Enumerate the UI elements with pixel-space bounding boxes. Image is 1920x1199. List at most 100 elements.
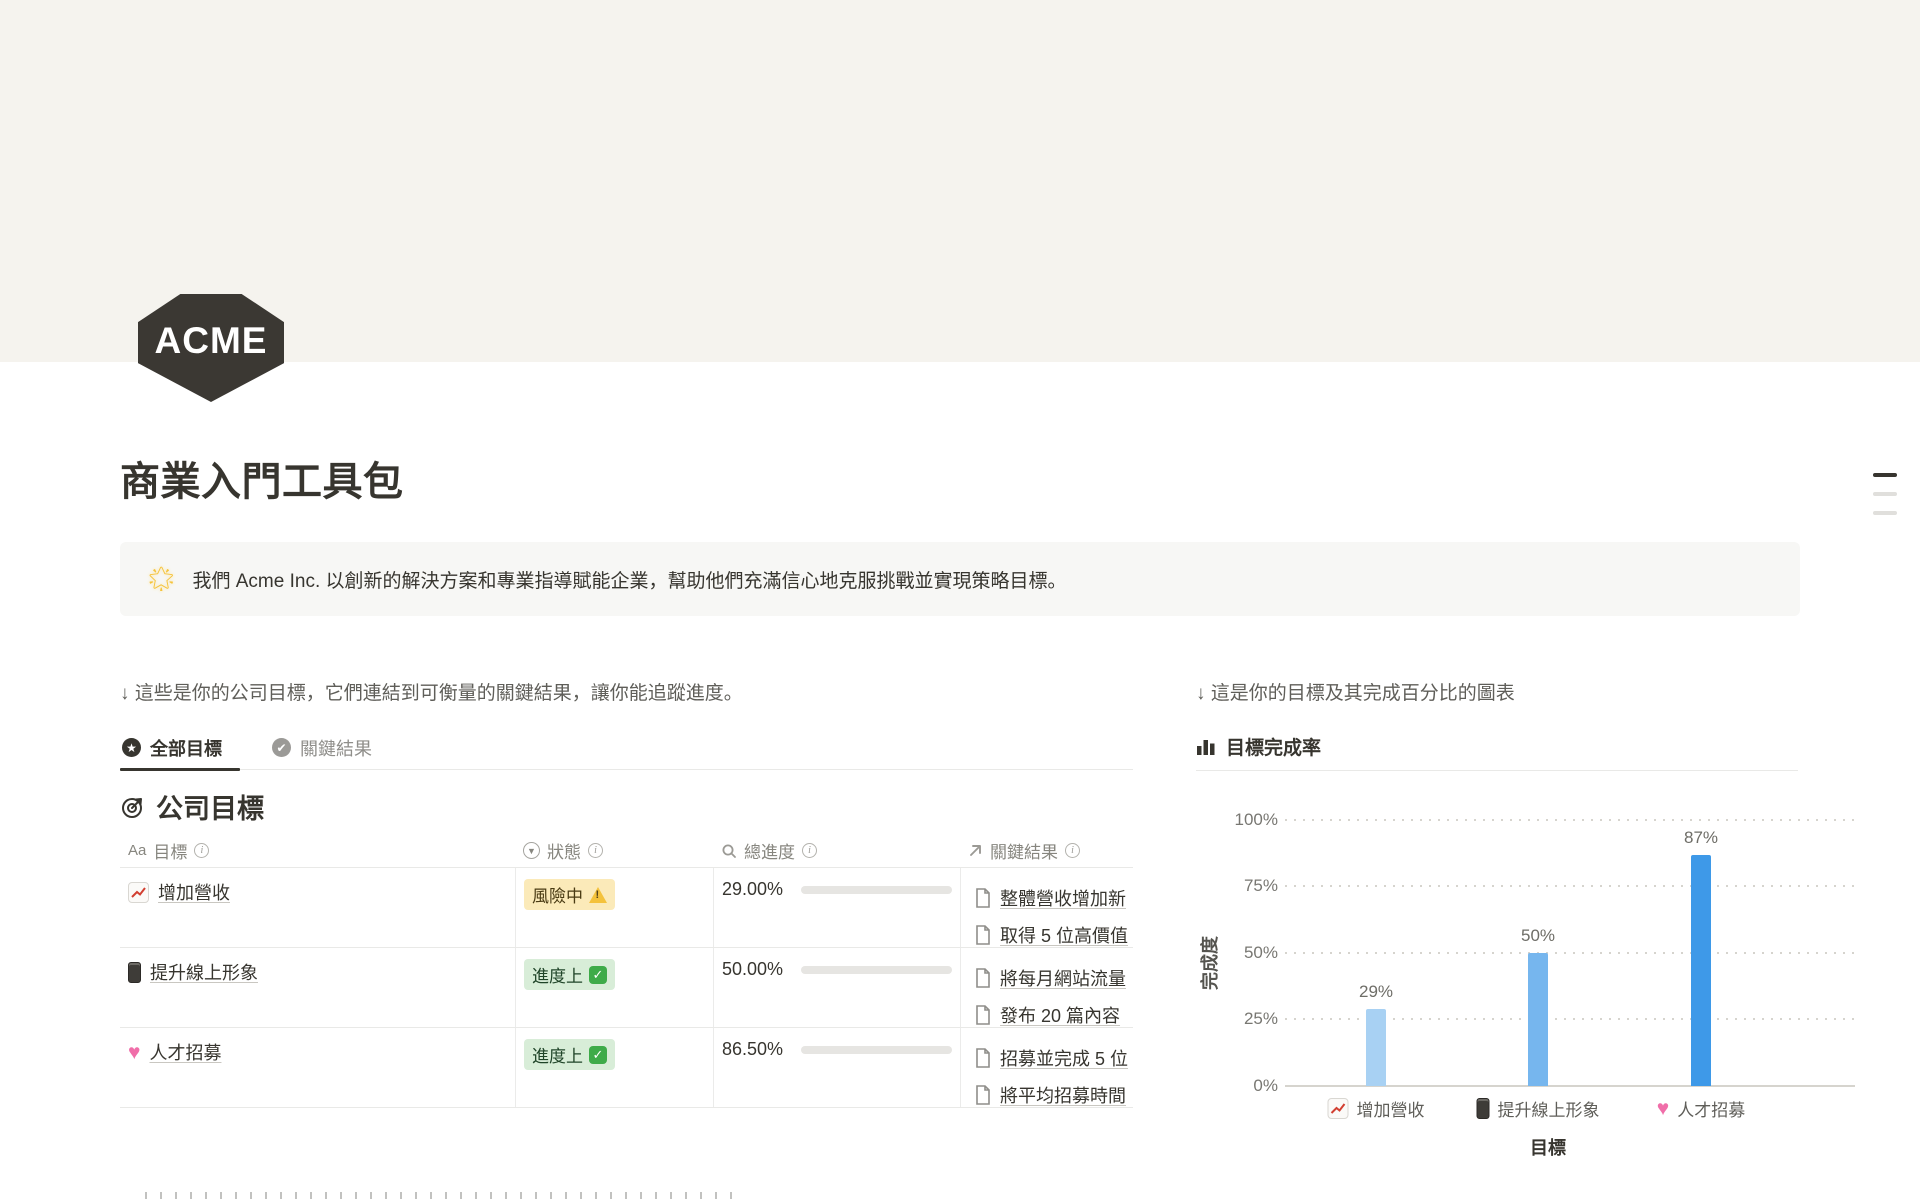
text-type-icon: Aa — [128, 842, 146, 859]
document-icon — [975, 925, 991, 945]
acme-logo[interactable]: ACME — [138, 294, 284, 402]
category-label: 提升線上形象 — [1498, 1096, 1600, 1121]
key-result-link[interactable]: 取得 5 位高價值 — [975, 916, 1125, 947]
chart-section: ↓ 這是你的目標及其完成百分比的圖表 目標完成率 完成度 100% 75% 50… — [1196, 682, 1866, 1199]
info-icon[interactable]: i — [802, 843, 817, 858]
bar-chart-icon — [1196, 738, 1216, 756]
chart-caption: ↓ 這是你的目標及其完成百分比的圖表 — [1196, 682, 1866, 706]
status-label: 風險中 — [532, 882, 583, 907]
select-type-icon: ▼ — [523, 842, 540, 859]
status-label: 進度上 — [532, 1042, 583, 1067]
chart-plot-area: 29% 50% 87% — [1196, 820, 1866, 1086]
goal-link-text[interactable]: 增加營收 — [158, 879, 230, 905]
goal-link-text[interactable]: 提升線上形象 — [150, 959, 258, 985]
clipped-next-line — [145, 1192, 745, 1199]
tab-key-results[interactable]: ✔ 關鍵結果 — [270, 732, 390, 769]
bar-value-label: 50% — [1521, 926, 1555, 946]
database-title[interactable]: 公司目標 — [120, 787, 264, 826]
column-header-status[interactable]: ▼ 狀態 i — [515, 834, 713, 867]
glowing-star-icon: 🌟︎ — [146, 565, 176, 594]
key-result-text: 發布 20 篇內容 — [1000, 1002, 1120, 1028]
view-tabs: ★ 全部目標 ✔ 關鍵結果 — [120, 732, 1133, 770]
goals-caption: ↓ 這些是你的公司目標，它們連結到可衡量的關鍵結果，讓你能追蹤進度。 — [120, 682, 1133, 706]
column-header-key-results[interactable]: 關鍵結果 i — [960, 834, 1133, 867]
document-icon — [975, 968, 991, 988]
bar-value-label: 29% — [1359, 982, 1393, 1002]
info-icon[interactable]: i — [588, 843, 603, 858]
key-result-text: 招募並完成 5 位 — [1000, 1045, 1128, 1071]
key-result-link[interactable]: 發布 20 篇內容 — [975, 996, 1125, 1027]
category-label: 人才招募 — [1677, 1096, 1745, 1121]
progress-cell[interactable]: 50.00% — [713, 948, 960, 1027]
status-cell[interactable]: 進度上 ✓ — [515, 948, 713, 1027]
goals-table: Aa 目標 i ▼ 狀態 i 總進度 i 關鍵結果 i — [120, 834, 1133, 1108]
progress-bar — [801, 886, 952, 894]
search-icon — [721, 843, 737, 859]
key-result-link[interactable]: 整體營收增加新 — [975, 879, 1125, 916]
key-results-cell: 將每月網站流量 發布 20 篇內容 — [960, 948, 1133, 1027]
progress-bar — [801, 966, 952, 974]
divider — [1196, 770, 1798, 771]
key-result-link[interactable]: 將每月網站流量 — [975, 959, 1125, 996]
page-title: 商業入門工具包 — [120, 449, 404, 507]
status-cell[interactable]: 進度上 ✓ — [515, 1028, 713, 1107]
column-header-progress[interactable]: 總進度 i — [713, 834, 960, 867]
chart-view-title[interactable]: 目標完成率 — [1196, 733, 1321, 760]
table-row: 增加營收 風險中 29.00% 整體營收增加新 — [120, 868, 1133, 948]
column-header-goal[interactable]: Aa 目標 i — [120, 834, 515, 867]
info-icon[interactable]: i — [1065, 843, 1080, 858]
key-result-text: 將平均招募時間 — [1000, 1082, 1126, 1108]
goal-cell[interactable]: 增加營收 — [120, 868, 515, 947]
warning-icon — [589, 887, 607, 903]
bar-goal-1 — [1366, 1009, 1386, 1086]
bar-goal-2 — [1528, 953, 1548, 1086]
check-icon: ✓ — [589, 966, 607, 984]
document-icon — [975, 1005, 991, 1025]
key-result-link[interactable]: 將平均招募時間 — [975, 1076, 1125, 1107]
goal-link-text[interactable]: 人才招募 — [149, 1039, 221, 1065]
column-label: 總進度 — [744, 838, 795, 863]
key-result-link[interactable]: 招募並完成 5 位 — [975, 1039, 1125, 1076]
tab-label: 全部目標 — [150, 735, 222, 761]
page-cover — [0, 0, 1920, 362]
goals-section: ↓ 這些是你的公司目標，它們連結到可衡量的關鍵結果，讓你能追蹤進度。 ★ 全部目… — [120, 682, 1133, 1199]
progress-value: 29.00% — [722, 879, 788, 900]
info-icon[interactable]: i — [194, 843, 209, 858]
column-label: 關鍵結果 — [990, 838, 1058, 863]
target-icon — [120, 794, 146, 820]
x-category-goal-3: ♥ 人才招募 — [1657, 1096, 1745, 1121]
key-result-text: 將每月網站流量 — [1000, 965, 1126, 991]
table-header-row: Aa 目標 i ▼ 狀態 i 總進度 i 關鍵結果 i — [120, 834, 1133, 868]
category-label: 增加營收 — [1357, 1096, 1425, 1121]
progress-cell[interactable]: 86.50% — [713, 1028, 960, 1107]
goal-cell[interactable]: ♥ 人才招募 — [120, 1028, 515, 1107]
x-axis-label: 目標 — [1530, 1134, 1566, 1160]
tab-all-goals[interactable]: ★ 全部目標 — [120, 732, 240, 769]
tab-label: 關鍵結果 — [300, 735, 372, 761]
callout: 🌟︎ 我們 Acme Inc. 以創新的解決方案和專業指導賦能企業，幫助他們充滿… — [120, 542, 1800, 616]
progress-cell[interactable]: 29.00% — [713, 868, 960, 947]
progress-value: 86.50% — [722, 1039, 788, 1060]
heart-icon: ♥ — [1657, 1098, 1669, 1119]
status-badge: 進度上 ✓ — [524, 1039, 615, 1070]
acme-logo-text: ACME — [155, 320, 268, 362]
bar-value-label: 87% — [1684, 828, 1718, 848]
bar-goal-3 — [1691, 855, 1711, 1086]
document-icon — [975, 1048, 991, 1068]
column-label: 狀態 — [547, 838, 581, 863]
key-result-text: 取得 5 位高價值 — [1000, 922, 1128, 948]
key-results-cell: 招募並完成 5 位 將平均招募時間 — [960, 1028, 1133, 1107]
status-cell[interactable]: 風險中 — [515, 868, 713, 947]
goal-cell[interactable]: 提升線上形象 — [120, 948, 515, 1027]
document-icon — [975, 888, 991, 908]
toc-indicator[interactable] — [1873, 473, 1897, 530]
star-badge-icon: ★ — [122, 738, 141, 757]
chart-increasing-icon — [1328, 1098, 1349, 1119]
progress-value: 50.00% — [722, 959, 788, 980]
database-title-text: 公司目標 — [156, 787, 264, 826]
chart-increasing-icon — [128, 882, 149, 903]
mobile-phone-icon — [1477, 1098, 1490, 1119]
check-icon: ✓ — [589, 1046, 607, 1064]
table-row: 提升線上形象 進度上 ✓ 50.00% 將每月網站流量 — [120, 948, 1133, 1028]
status-badge: 進度上 ✓ — [524, 959, 615, 990]
